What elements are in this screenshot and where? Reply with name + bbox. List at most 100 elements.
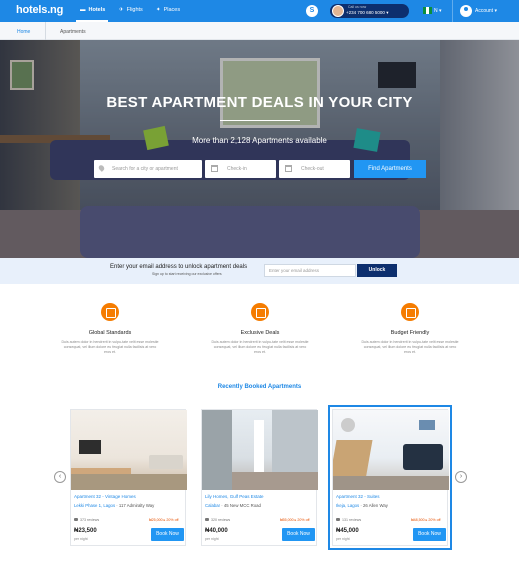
- plane-icon: ✈: [119, 7, 124, 13]
- apartment-name[interactable]: Lily Homes, Gulf Peas Estate: [205, 494, 264, 499]
- recently-booked-title: Recently Booked Apartments: [217, 384, 302, 390]
- phone-number: +234 700 680 5000 ▾: [346, 10, 388, 16]
- photo-sofa: [403, 444, 443, 470]
- search-location-input[interactable]: Search for a city or apartment: [94, 160, 202, 178]
- per-night-label: per night: [74, 537, 88, 541]
- feature-description: Duis autem dolor in hendrerit in vulpu-t…: [211, 340, 309, 354]
- chevron-down-icon: ▾: [439, 8, 442, 14]
- newsletter-title: Enter your email address to unlock apart…: [110, 264, 248, 270]
- nav-places[interactable]: ✦ Places: [156, 7, 180, 13]
- gift-icon: [251, 303, 269, 321]
- checkin-placeholder: Check-in: [227, 166, 247, 172]
- location-pin-icon: [97, 164, 106, 172]
- photo-railing: [272, 410, 318, 472]
- chevron-down-icon: ▾: [494, 8, 497, 14]
- account-label: Account: [475, 8, 494, 14]
- per-night-label: per night: [205, 537, 219, 541]
- photo-wall: [202, 410, 232, 490]
- photo-floor: [333, 476, 449, 490]
- email-field[interactable]: Enter your email address: [264, 264, 356, 277]
- language-selector[interactable]: N ▾: [434, 8, 442, 14]
- bed-icon: ▬: [80, 7, 86, 13]
- apartment-city: Ikeja, Lagos: [336, 503, 360, 508]
- feature-description: Duis autem dolor in hendrerit in vulpu-t…: [61, 340, 159, 354]
- apartment-photo[interactable]: [333, 410, 449, 490]
- phone-contact[interactable]: Call us now +234 700 680 5000 ▾: [330, 4, 409, 18]
- site-logo[interactable]: hotels.ng: [16, 4, 63, 16]
- account-icon[interactable]: [460, 5, 472, 17]
- old-price: ₦25,000 ▸ 20% off: [149, 518, 179, 522]
- nav-flights[interactable]: ✈ Flights: [119, 7, 143, 13]
- book-now-button[interactable]: Book Now: [282, 528, 315, 541]
- feature-title: Global Standards: [88, 330, 132, 336]
- apartment-address: 26 Allen Way: [363, 503, 388, 508]
- checkout-input[interactable]: Check-out: [279, 160, 350, 178]
- flag-icon[interactable]: [423, 7, 432, 14]
- newsletter-subtitle: Sign up to start receiving our exclusive…: [152, 272, 222, 276]
- apartment-location: Lekki Phase 1, Lagos · 117 Admiralty Way: [74, 503, 155, 508]
- photo-floor: [71, 474, 187, 490]
- calendar-icon: [285, 165, 292, 172]
- nav-flights-label: Flights: [126, 7, 143, 13]
- account-menu[interactable]: Account ▾: [475, 8, 497, 14]
- price: ₦45,000: [336, 528, 359, 534]
- apartment-photo[interactable]: [71, 410, 187, 490]
- apartment-card-selected[interactable]: Apartment 32 - Suites Ikeja, Lagos · 26 …: [328, 405, 452, 550]
- newsletter-bar: Enter your email address to unlock apart…: [0, 258, 519, 284]
- apartment-address: 45 New MCC Road: [223, 503, 261, 508]
- feature-global-standards: Global Standards Duis autem dolor in hen…: [55, 303, 165, 355]
- hero-title: BEST APARTMENT DEALS IN YOUR CITY: [106, 94, 413, 111]
- photo-tv: [79, 440, 101, 454]
- per-night-label: per night: [336, 537, 350, 541]
- compass-icon: ✦: [156, 7, 161, 13]
- photo-floor: [232, 472, 318, 490]
- hero-banner: BEST APARTMENT DEALS IN YOUR CITY More t…: [0, 40, 519, 258]
- phone-label: Call us now: [348, 5, 367, 9]
- skype-icon[interactable]: S: [306, 5, 318, 17]
- carousel-prev-button[interactable]: ‹: [54, 471, 66, 483]
- top-nav: hotels.ng ▬ Hotels ✈ Flights ✦ Places S …: [0, 0, 519, 22]
- apartment-location: Calabar · 45 New MCC Road: [205, 503, 261, 508]
- breadcrumb-current: Apartments: [60, 29, 86, 35]
- agent-avatar: [332, 5, 344, 17]
- search-location-placeholder: Search for a city or apartment: [112, 166, 178, 172]
- price: ₦40,000: [205, 528, 228, 534]
- price: ₦23,500: [74, 528, 97, 534]
- nav-hotels[interactable]: ▬ Hotels: [80, 7, 105, 13]
- apartment-card[interactable]: Lily Homes, Gulf Peas Estate Calabar · 4…: [201, 409, 318, 546]
- hero-subtitle: More than 2,128 Apartments available: [192, 136, 327, 145]
- checkin-input[interactable]: Check-in: [205, 160, 276, 178]
- apartment-location: Ikeja, Lagos · 26 Allen Way: [336, 503, 388, 508]
- book-now-button[interactable]: Book Now: [413, 528, 446, 541]
- photo-chair: [333, 440, 373, 480]
- review-count: 373 reviews: [74, 518, 99, 522]
- feature-budget-friendly: Budget Friendly Duis autem dolor in hend…: [355, 303, 465, 355]
- carousel-next-button[interactable]: ›: [455, 471, 467, 483]
- old-price: ₦55,000 ▸ 20% off: [280, 518, 310, 522]
- find-apartments-button[interactable]: Find Apartments: [354, 160, 426, 178]
- page: hotels.ng ▬ Hotels ✈ Flights ✦ Places S …: [0, 0, 519, 567]
- photo-sofa: [149, 455, 183, 469]
- apartment-address: 117 Admiralty Way: [118, 503, 155, 508]
- calendar-icon: [211, 165, 218, 172]
- photo-lamp: [341, 418, 355, 432]
- old-price: ₦48,500 ▸ 20% off: [411, 518, 441, 522]
- globe-icon: [101, 303, 119, 321]
- nav-places-label: Places: [163, 7, 181, 13]
- hero-overlay: [0, 40, 519, 258]
- feature-title: Exclusive Deals: [240, 330, 280, 336]
- breadcrumb-home[interactable]: Home: [17, 29, 30, 35]
- book-now-button[interactable]: Book Now: [151, 528, 184, 541]
- language-label: N: [434, 8, 438, 14]
- phone-number-text: +234 700 680 5000: [346, 10, 385, 15]
- feature-title: Budget Friendly: [390, 330, 430, 336]
- apartment-name[interactable]: Apartment 32 - Vintage Homes: [74, 494, 136, 499]
- breadcrumb: Home Apartments: [0, 22, 519, 40]
- hero-rule: [220, 120, 300, 121]
- apartment-card[interactable]: Apartment 32 - Vintage Homes Lekki Phase…: [70, 409, 187, 546]
- unlock-button[interactable]: Unlock: [357, 264, 397, 277]
- apartment-photo[interactable]: [202, 410, 318, 490]
- apartment-city: Lekki Phase 1, Lagos: [74, 503, 116, 508]
- feature-description: Duis autem dolor in hendrerit in vulpu-t…: [361, 340, 459, 354]
- apartment-name[interactable]: Apartment 32 - Suites: [336, 494, 380, 499]
